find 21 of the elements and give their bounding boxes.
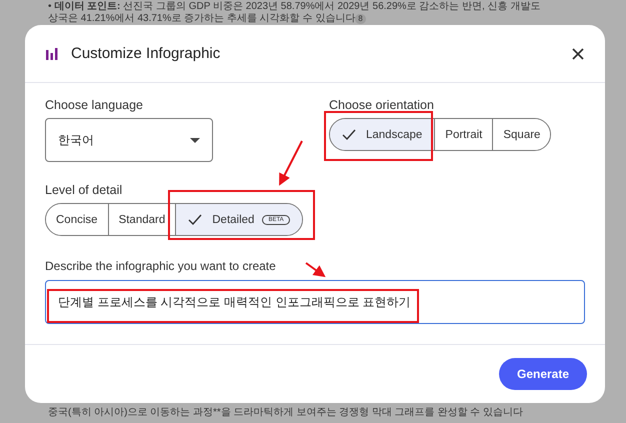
field-label: Describe the infographic you want to create — [45, 258, 276, 274]
description-field[interactable]: 단계별 프로세스를 시각적으로 매력적인 인포그래픽으로 표현하기 — [45, 280, 585, 324]
dialog-title: Customize Infographic — [71, 45, 222, 62]
check-icon — [188, 214, 202, 225]
close-icon[interactable] — [571, 46, 585, 60]
field-label: Choose language — [45, 97, 143, 113]
orientation-option[interactable]: Square — [492, 119, 550, 150]
language-dropdown[interactable]: 한국어 — [45, 118, 213, 162]
generate-button[interactable]: Generate — [499, 358, 587, 390]
field-label: Level of detail — [45, 182, 122, 198]
citation-badge[interactable]: 8 — [355, 14, 366, 24]
bar-chart-icon — [45, 46, 59, 60]
background-text: 상국은 41.21%에서 43.71%로 증가하는 추세를 시각화할 수 있습니다 8 — [48, 13, 626, 25]
annotation-arrow — [305, 262, 326, 278]
background-text: • 데이터 포인트: 선진국 그룹의 GDP 비중은 2023년 58.79%에서 2029년 56.29%로 감소하는 반면, 신흥 개발도 — [48, 1, 542, 13]
annotation-arrow — [279, 140, 303, 186]
orientation-option[interactable]: Landscape — [330, 119, 434, 150]
background-text: 중국(특히 아시아)으로 이동하는 과정**을 드라마틱하게 보여주는 경쟁형 막대 그래프를 완성할 수 있습니다 — [48, 407, 524, 419]
caret-icon — [190, 138, 200, 142]
field-label: Choose orientation — [329, 97, 434, 113]
check-icon — [342, 129, 356, 140]
